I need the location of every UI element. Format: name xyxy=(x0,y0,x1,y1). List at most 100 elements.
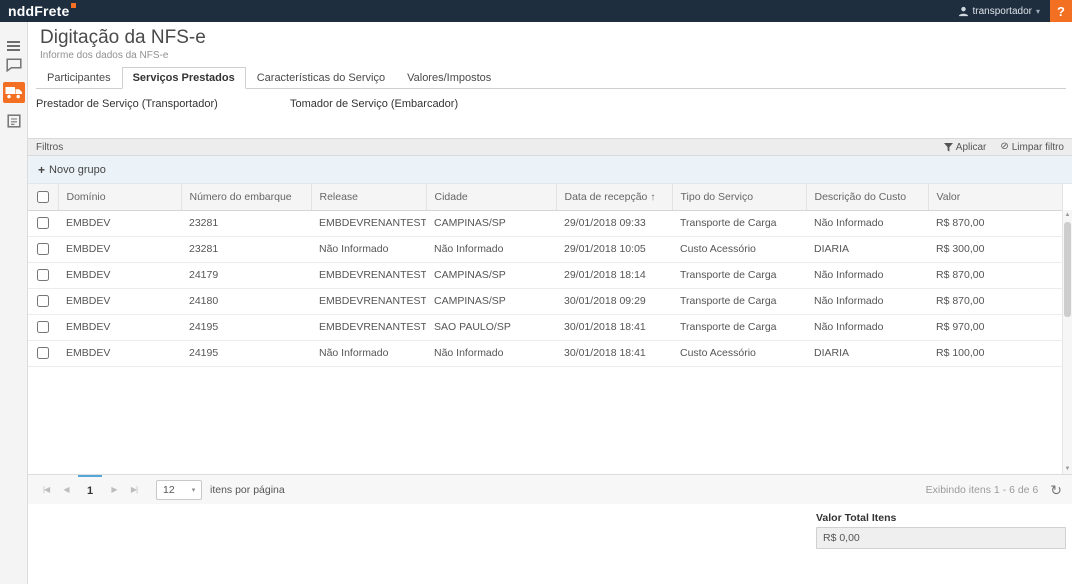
table-cell: Transporte de Carga xyxy=(672,210,806,236)
row-checkbox[interactable] xyxy=(37,321,49,333)
table-row[interactable]: EMBDEV24195EMBDEVRENANTESTE120SAO PAULO/… xyxy=(28,314,1062,340)
table-cell: 30/01/2018 18:41 xyxy=(556,340,672,366)
row-checkbox[interactable] xyxy=(37,217,49,229)
column-header-data-recepcao[interactable]: Data de recepção↑ xyxy=(556,184,672,210)
table-cell: 29/01/2018 18:14 xyxy=(556,262,672,288)
app-logo: nddFrete xyxy=(0,0,76,22)
prev-page-button[interactable]: ◀ xyxy=(56,479,76,501)
column-header-tipo-servico[interactable]: Tipo do Serviço xyxy=(672,184,806,210)
table-cell: CAMPINAS/SP xyxy=(426,288,556,314)
scroll-up-icon[interactable]: ▲ xyxy=(1063,212,1072,218)
row-checkbox-cell xyxy=(28,314,58,340)
select-all-checkbox[interactable] xyxy=(37,191,49,203)
table-cell: R$ 970,00 xyxy=(928,314,1062,340)
help-button[interactable]: ? xyxy=(1050,0,1072,22)
column-header-data-recepcao-label: Data de recepção xyxy=(565,191,648,203)
apply-filter-label: Aplicar xyxy=(956,142,987,153)
table-cell: Não Informado xyxy=(806,210,928,236)
shipments-table: Domínio Número do embarque Release Cidad… xyxy=(28,184,1063,367)
page-subtitle: Informe dos dados da NFS-e xyxy=(40,50,1072,61)
column-header-numero-embarque[interactable]: Número do embarque xyxy=(181,184,311,210)
table-row[interactable]: EMBDEV23281Não InformadoNão Informado29/… xyxy=(28,236,1062,262)
table-cell: EMBDEV xyxy=(58,314,181,340)
refresh-icon[interactable]: ↻ xyxy=(1050,483,1062,497)
page-size-value: 12 xyxy=(157,484,186,496)
row-checkbox[interactable] xyxy=(37,347,49,359)
column-header-release[interactable]: Release xyxy=(311,184,426,210)
column-header-descricao-custo[interactable]: Descrição do Custo xyxy=(806,184,928,210)
table-cell: CAMPINAS/SP xyxy=(426,262,556,288)
tab-servicos-prestados[interactable]: Serviços Prestados xyxy=(122,67,246,89)
scrollbar-thumb[interactable] xyxy=(1064,222,1071,317)
table-cell: 24195 xyxy=(181,340,311,366)
next-page-button[interactable]: ▶ xyxy=(104,479,124,501)
chevron-down-icon: ▾ xyxy=(1036,7,1040,16)
table-cell: EMBDEV xyxy=(58,262,181,288)
pagination-bar: |◀ ◀ 1 ▶ ▶| 12 ▾ itens por página Exibin… xyxy=(28,474,1072,504)
chevron-down-icon: ▾ xyxy=(186,486,201,494)
column-header-dominio[interactable]: Domínio xyxy=(58,184,181,210)
sidebar xyxy=(0,22,28,584)
participants-sections: Prestador de Serviço (Transportador) Tom… xyxy=(28,89,1072,138)
page-header: Digitação da NFS-e Informe dos dados da … xyxy=(28,22,1072,66)
user-menu-label: transportador xyxy=(973,6,1032,17)
table-cell: Não Informado xyxy=(806,262,928,288)
sidebar-item-invoices[interactable] xyxy=(3,110,25,131)
last-page-button[interactable]: ▶| xyxy=(124,479,144,501)
table-cell: Não Informado xyxy=(311,236,426,262)
tab-valores-impostos[interactable]: Valores/Impostos xyxy=(396,67,502,89)
total-items-input[interactable]: R$ 0,00 xyxy=(816,527,1066,549)
table-cell: 23281 xyxy=(181,236,311,262)
table-row[interactable]: EMBDEV24179EMBDEVRENANTESTE116CAMPINAS/S… xyxy=(28,262,1062,288)
topbar: nddFrete transportador ▾ ? xyxy=(0,0,1072,22)
sidebar-menu-button[interactable] xyxy=(3,30,25,51)
row-checkbox[interactable] xyxy=(37,295,49,307)
first-page-button[interactable]: |◀ xyxy=(36,479,56,501)
table-cell: EMBDEV xyxy=(58,340,181,366)
tab-participantes[interactable]: Participantes xyxy=(36,67,122,89)
current-page[interactable]: 1 xyxy=(78,475,102,505)
clear-filter-button[interactable]: ⊘ Limpar filtro xyxy=(1000,142,1064,153)
table-row[interactable]: EMBDEV23281EMBDEVRENANTESTE115CAMPINAS/S… xyxy=(28,210,1062,236)
filter-icon xyxy=(944,143,953,152)
table-cell: 30/01/2018 09:29 xyxy=(556,288,672,314)
column-header-valor[interactable]: Valor xyxy=(928,184,1062,210)
scroll-down-icon[interactable]: ▼ xyxy=(1063,466,1072,472)
filters-grid-panel: Filtros Aplicar ⊘ Limpar filtro + Novo g… xyxy=(28,138,1072,504)
new-group-button[interactable]: + Novo grupo xyxy=(38,164,106,176)
vertical-scrollbar[interactable]: ▲ ▼ xyxy=(1062,210,1072,474)
apply-filter-button[interactable]: Aplicar xyxy=(944,142,987,153)
table-cell: Não Informado xyxy=(311,340,426,366)
row-checkbox[interactable] xyxy=(37,269,49,281)
filters-bar: Filtros Aplicar ⊘ Limpar filtro xyxy=(28,138,1072,156)
main-content: Digitação da NFS-e Informe dos dados da … xyxy=(28,22,1072,584)
row-checkbox-cell xyxy=(28,262,58,288)
table-cell: DIARIA xyxy=(806,236,928,262)
table-cell: Não Informado xyxy=(426,340,556,366)
user-menu[interactable]: transportador ▾ xyxy=(948,0,1051,22)
table-cell: Custo Acessório xyxy=(672,236,806,262)
table-header-row: Domínio Número do embarque Release Cidad… xyxy=(28,184,1062,210)
table-row[interactable]: EMBDEV24195Não InformadoNão Informado30/… xyxy=(28,340,1062,366)
page-size-select[interactable]: 12 ▾ xyxy=(156,480,202,500)
row-checkbox-cell xyxy=(28,288,58,314)
table-cell: Não Informado xyxy=(426,236,556,262)
row-checkbox-cell xyxy=(28,236,58,262)
row-checkbox[interactable] xyxy=(37,243,49,255)
total-items-label: Valor Total Itens xyxy=(816,512,1066,524)
table-body: EMBDEV23281EMBDEVRENANTESTE115CAMPINAS/S… xyxy=(28,210,1062,366)
footer: Valor Total Itens R$ 0,00 xyxy=(28,504,1072,584)
table-cell: Não Informado xyxy=(806,314,928,340)
column-header-cidade[interactable]: Cidade xyxy=(426,184,556,210)
table-cell: EMBDEV xyxy=(58,288,181,314)
table-cell: 24179 xyxy=(181,262,311,288)
pager-status: Exibindo itens 1 - 6 de 6 xyxy=(926,484,1039,496)
sidebar-item-freight-active[interactable] xyxy=(3,82,25,103)
prestador-section-label: Prestador de Serviço (Transportador) xyxy=(36,98,290,138)
sidebar-item-messages[interactable] xyxy=(3,54,25,75)
table-cell: Transporte de Carga xyxy=(672,288,806,314)
per-page-label: itens por página xyxy=(210,484,285,496)
tab-caracteristicas-do-servico[interactable]: Características do Serviço xyxy=(246,67,396,89)
table-row[interactable]: EMBDEV24180EMBDEVRENANTESTE117CAMPINAS/S… xyxy=(28,288,1062,314)
plus-icon: + xyxy=(38,164,45,176)
